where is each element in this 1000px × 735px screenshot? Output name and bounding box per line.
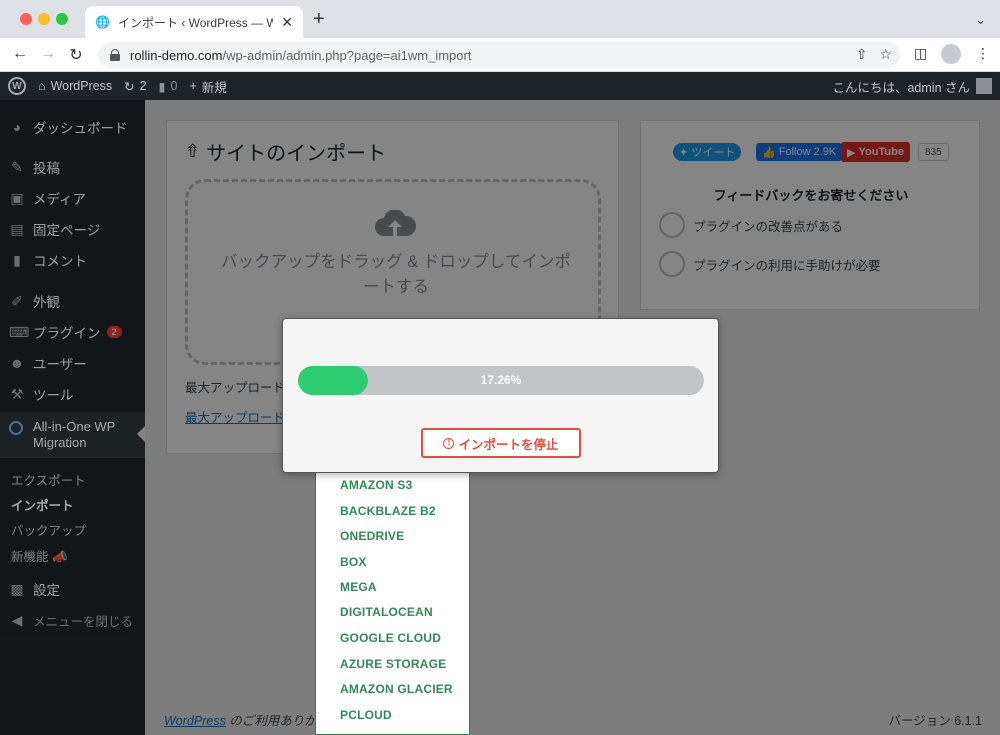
progress-percent-text: 17.26% [480,373,522,387]
comments-link[interactable]: ▮ 0 [159,79,178,94]
comment-bubble-icon: ▮ [158,79,166,94]
dropdown-item-digitalocean[interactable]: DIGITALOCEAN [340,605,433,619]
alert-circle-icon: ! [443,437,455,449]
close-window-button[interactable] [20,13,32,25]
stop-import-label: インポートを停止 [458,437,559,452]
url-text: rollin-demo.com/wp-admin/admin.php?page=… [130,48,471,63]
browser-window: 🌐 インポート ‹ WordPress — WordPress ✕ + ⌄ ← … [0,0,1000,735]
wordpress-logo-icon[interactable]: W [8,77,26,95]
dropdown-item-google-cloud[interactable]: GOOGLE CLOUD [340,631,441,645]
dropdown-item-box[interactable]: BOX [340,555,367,569]
my-account[interactable]: こんにちは、admin さん [832,72,992,100]
import-progress-modal: 17.26% ! インポートを停止 [282,318,719,473]
plus-icon: + [189,79,197,93]
new-tab-icon[interactable]: + [313,9,325,29]
greeting-text: こんにちは、admin さん [832,80,970,95]
browser-tab[interactable]: 🌐 インポート ‹ WordPress — WordPress ✕ [85,6,303,38]
updates-count: 2 [139,79,147,93]
globe-icon: 🌐 [95,15,110,29]
chevron-down-icon[interactable]: ⌄ [975,12,986,28]
star-icon[interactable]: ☆ [879,46,892,63]
dropdown-item-amazon-glacier[interactable]: AMAZON GLACIER [340,682,453,696]
profile-avatar-icon[interactable] [941,44,961,67]
zoom-window-button[interactable] [56,13,68,25]
dropdown-item-amazon-s3[interactable]: AMAZON S3 [340,478,412,492]
reload-icon[interactable]: ↻ [66,45,86,65]
lock-icon [110,49,120,61]
sidepanel-icon[interactable]: ◫ [914,45,927,62]
dropdown-item-backblaze-b2[interactable]: BACKBLAZE B2 [340,504,436,518]
new-label: 新規 [201,80,227,95]
minimize-window-button[interactable] [38,13,50,25]
updates-icon: ↻ [124,79,135,94]
address-bar[interactable]: rollin-demo.com/wp-admin/admin.php?page=… [98,42,900,68]
user-avatar [976,78,992,94]
sidebar-dim-overlay [0,100,145,735]
forward-icon[interactable]: → [38,45,58,63]
dropdown-item-azure-storage[interactable]: AZURE STORAGE [340,657,446,671]
url-host: rollin-demo.com [130,47,223,63]
updates-link[interactable]: ↻ 2 [124,79,146,94]
progress-bar: 17.26% [298,366,704,395]
close-tab-icon[interactable]: ✕ [281,14,293,31]
tab-title: インポート ‹ WordPress — WordPress [117,15,274,30]
comments-count: 0 [170,79,178,93]
stop-import-button[interactable]: ! インポートを停止 [421,428,581,458]
tab-strip: 🌐 インポート ‹ WordPress — WordPress ✕ + ⌄ [0,0,1000,38]
dropdown-item-onedrive[interactable]: ONEDRIVE [340,529,404,543]
import-from-dropdown: AMAZON S3 BACKBLAZE B2 ONEDRIVE BOX MEGA… [315,460,470,735]
home-icon: ⌂ [38,79,46,93]
wp-admin-bar: W ⌂ WordPress ↻ 2 ▮ 0 + 新規 こんにちは、admin さ… [0,72,1000,100]
share-icon[interactable]: ⇧ [856,46,868,63]
site-name-link[interactable]: ⌂ WordPress [38,79,112,93]
more-menu-icon[interactable]: ⋮ [976,45,990,62]
url-path: /wp-admin/admin.php?page=ai1wm_import [222,47,472,63]
dropdown-item-pcloud[interactable]: PCLOUD [340,708,392,722]
browser-toolbar: ← → ↻ rollin-demo.com/wp-admin/admin.php… [0,38,1000,72]
site-name-label: WordPress [50,79,113,93]
dropdown-item-mega[interactable]: MEGA [340,580,377,594]
new-content-link[interactable]: + 新規 [189,77,226,96]
back-icon[interactable]: ← [10,45,30,63]
